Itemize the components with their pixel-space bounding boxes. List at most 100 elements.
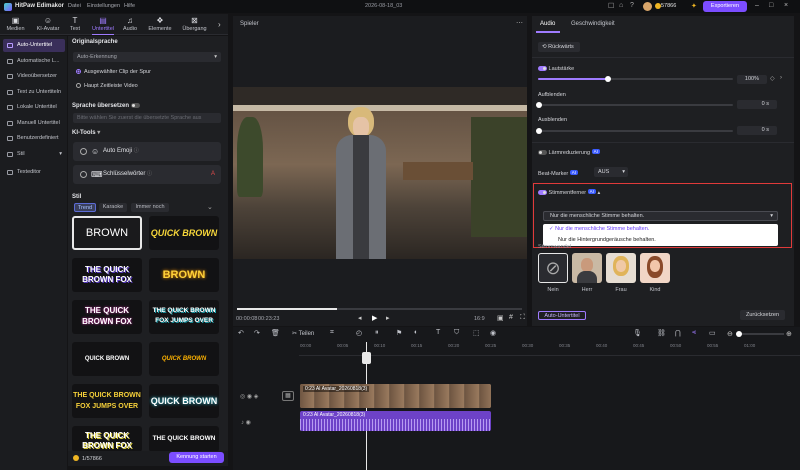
volume-toggle[interactable] [538,66,547,71]
menu-help[interactable]: Hilfe [124,3,135,9]
chevron-right-icon[interactable]: › [218,20,221,29]
next-frame-icon[interactable]: ▸ [386,314,390,322]
prev-frame-icon[interactable]: ◂ [358,314,362,322]
avatar[interactable] [643,2,652,11]
style-tab-trend[interactable]: Trend [74,203,96,212]
nav-text-to-subtitles[interactable]: Text zu Untertiteln [3,86,65,99]
voice-male[interactable] [572,253,602,283]
voice-child[interactable] [640,253,670,283]
nav-auto-subtitles[interactable]: Auto-Untertitel [3,39,65,52]
shield-icon[interactable]: ⛉ [454,329,459,337]
delete-icon[interactable]: 🗑 [271,329,280,337]
nav-text-editor[interactable]: Texteditor [3,166,65,179]
checkbox-icon[interactable] [80,171,87,178]
style-preset[interactable]: QUICK BROWN [149,384,219,418]
audio-clip[interactable]: 0:23 AI Avatar_20260818(3) [300,411,491,431]
volume-value[interactable]: 100% [737,75,767,84]
tool-auto-emoji[interactable]: ☺ Auto Emoji ⓘ [73,142,221,161]
nav-auto-lyrics[interactable]: Automatische L... [3,55,65,68]
transform-icon[interactable]: ⬚ [473,329,480,337]
undo-icon[interactable]: ↶ [238,329,244,337]
cart-icon[interactable]: ⌂ [619,2,623,9]
fullscreen-icon[interactable]: ⛶ [520,314,525,322]
chevron-up-icon[interactable]: ▴ [597,190,600,196]
zoom-slider[interactable] [739,333,784,335]
minimize-icon[interactable]: – [755,2,759,9]
style-preset[interactable]: QUICK BROWN [72,342,142,376]
auto-subtitle-button[interactable]: Auto-Untertitel [538,311,586,320]
style-preset[interactable]: THE QUICK BROWN [149,426,219,452]
tab-speed[interactable]: Geschwindigkeit [571,21,615,27]
menu-settings[interactable]: Einstellungen [87,3,120,9]
snap-icon[interactable]: ⫷ [692,329,696,337]
tab-ai-avatar[interactable]: ☺ KI-Avatar [32,14,64,35]
style-preset[interactable]: THE QUICK BROWN FOX JUMPS OVER [149,300,219,334]
track-lock-icon[interactable]: ◎ ◉ ◈ [240,393,258,400]
crop-icon[interactable]: ⌗ [330,329,334,337]
style-preset[interactable]: QUICK BROWN [149,342,219,376]
audio-track-controls-icon[interactable]: ♪ ◉ [241,419,251,426]
nav-custom[interactable]: Benutzerdefiniert [3,132,65,145]
tool-keywords[interactable]: ⌨ Schlüsselwörter ⓘ A [73,165,221,184]
fade-out-value[interactable]: 0 s [737,126,777,135]
nav-local-subtitles[interactable]: Lokale Untertitel [3,101,65,114]
nav-manual-subtitles[interactable]: Manuell Untertitel [3,117,65,130]
keyframe-icon[interactable]: ◇ [770,75,775,82]
grid-icon[interactable]: # [509,314,513,321]
style-preset[interactable]: THE QUICK BROWN FOX [72,258,142,292]
radio-main-timeline[interactable]: Haupt Zeitleiste Video [76,83,138,89]
more-icon[interactable]: ⋯ [516,19,523,27]
fade-in-value[interactable]: 0 s [737,100,777,109]
gift-icon[interactable]: ✦ [691,2,697,10]
tab-elements[interactable]: ❖ Elemente [144,14,176,35]
zoom-in-icon[interactable]: ⊕ [786,330,792,338]
voice-remover-dropdown[interactable]: Nur die menschliche Stimme behalten. ▾ [543,211,778,221]
tab-subtitles[interactable]: ▤ Untertitel [88,14,118,35]
translate-toggle[interactable] [130,103,140,108]
mask-icon[interactable]: ◐ [414,329,418,336]
fade-out-slider[interactable] [538,130,733,132]
mic-icon[interactable]: 🎙 [633,329,642,337]
track-cover-icon[interactable]: ▦ [282,391,294,401]
marker-icon[interactable]: ⚑ [396,329,402,337]
style-preset[interactable]: QUICK BROWN [149,216,219,250]
reset-button[interactable]: Zurücksetzen [740,310,785,320]
voice-none[interactable]: ⊘ [538,253,568,283]
menu-file[interactable]: Datei [68,3,81,9]
style-tab-still[interactable]: Immer noch [131,203,169,212]
chevron-right-icon[interactable]: › [780,75,782,81]
tab-media[interactable]: ▣ Medien [3,14,28,35]
tab-text[interactable]: T Text [64,14,86,35]
speed-icon[interactable]: ◴ [356,329,362,337]
freeze-icon[interactable]: ⏸ [375,329,379,337]
fade-in-slider[interactable] [538,104,733,106]
noise-toggle[interactable] [538,150,547,155]
video-preview[interactable] [233,87,527,259]
fade-out-knob[interactable] [536,128,542,134]
volume-slider[interactable] [538,78,733,80]
play-icon[interactable]: ▶ [372,314,377,322]
reverse-button[interactable]: ⟲ Rückwärts [538,42,580,52]
fit-icon[interactable]: ▭ [709,329,716,337]
zoom-out-icon[interactable]: ⊖ [727,330,733,338]
translate-language-dropdown[interactable]: Bitte wählen Sie zuerst die übersetzte S… [73,113,221,123]
option-keep-voice[interactable]: ✓ Nur die menschliche Stimme behalten. [549,226,649,232]
nav-style[interactable]: Stil ▾ [3,148,65,161]
tab-audio-settings[interactable]: Audio [540,21,555,27]
magnet-icon[interactable]: ⋂ [675,329,681,337]
color-icon[interactable]: ◉ [490,329,496,337]
maximize-icon[interactable]: □ [769,2,773,9]
start-recognition-button[interactable]: Kennung starten [169,452,224,463]
aspect-ratio[interactable]: 16:9 [474,316,485,322]
radio-selected-clip[interactable]: Ausgewählter Clip der Spur [76,69,151,75]
fade-in-knob[interactable] [536,102,542,108]
video-clip[interactable]: 0:23 AI Avatar_20260818(3) [300,384,491,408]
tab-transitions[interactable]: ⊠ Übergang [178,14,211,35]
export-button[interactable]: Exportieren [703,1,747,12]
zoom-knob[interactable] [736,331,742,337]
chevron-down-icon[interactable]: ⌄ [207,203,213,211]
split-tool[interactable]: ✂ Teilen [292,330,314,337]
checkbox-icon[interactable] [80,148,87,155]
option-keep-background[interactable]: Nur die Hintergrundgeräusche behalten. [558,237,656,243]
snapshot-icon[interactable]: ▣ [497,314,504,322]
